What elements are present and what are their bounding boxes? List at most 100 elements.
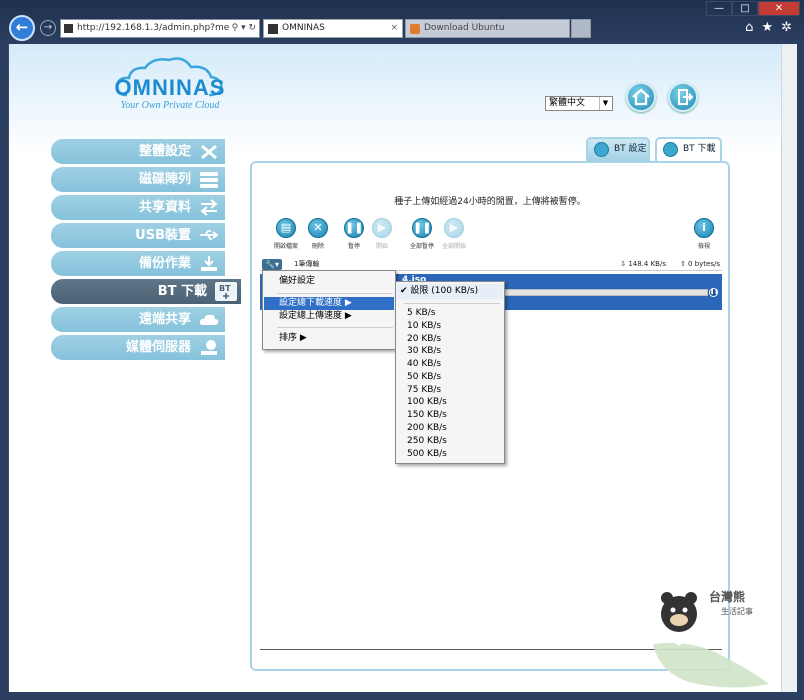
address-controls[interactable]: ⚲ ▾ ↻	[228, 20, 256, 37]
row-pause-button[interactable]: ❚❚	[709, 288, 718, 297]
speed-option[interactable]: 500 KB/s	[397, 448, 503, 460]
bt-download-icon	[663, 142, 678, 157]
language-value: 繁體中文	[549, 98, 586, 108]
minimize-button[interactable]: —	[706, 1, 732, 16]
browser-toolbar-icons: ⌂ ★ ✲	[745, 20, 792, 35]
sidebar-item-bt-download[interactable]: BT 下載 BT	[51, 279, 241, 304]
download-speed-submenu: ✔ 設限 (100 KB/s) 5 KB/s 10 KB/s 20 KB/s 3…	[395, 281, 505, 464]
tab-label: BT 下載	[683, 144, 716, 154]
progress-bar	[500, 289, 708, 296]
home-button[interactable]	[626, 82, 656, 112]
forward-button[interactable]: →	[40, 20, 56, 36]
tab-omninas[interactable]: OMNINAS ×	[263, 19, 403, 38]
tab-label: Download Ubuntu	[424, 23, 505, 33]
speed-option[interactable]: 200 KB/s	[397, 422, 503, 434]
start-button[interactable]: ▶ 開始	[362, 218, 402, 250]
tab-label: OMNINAS	[282, 23, 325, 33]
menu-item-set-total-download-speed[interactable]: 設定總下載速度 ▶	[264, 297, 394, 310]
play-icon: ▶	[372, 218, 392, 238]
delete-icon: ✕	[308, 218, 328, 238]
logo-tagline: Your Own Private Cloud	[120, 100, 220, 111]
language-select[interactable]: 繁體中文 ▼	[545, 96, 613, 111]
speed-option[interactable]: 150 KB/s	[397, 409, 503, 421]
button-label: 全部開始	[441, 243, 466, 250]
address-text: http://192.168.1.3/admin.php?mer	[77, 23, 233, 33]
tab-label: BT 設定	[614, 144, 647, 154]
wrench-menu-button[interactable]: 🔧▾	[262, 259, 282, 270]
upload-speed: ⇧ 0 bytes/s	[679, 260, 720, 268]
sidebar-item-disk-array[interactable]: 磁碟陣列	[51, 167, 225, 192]
watermark-subtitle: 生活記事	[721, 607, 753, 616]
speed-option-limit[interactable]: ✔ 設限 (100 KB/s)	[397, 284, 503, 299]
speed-option[interactable]: 75 KB/s	[397, 384, 503, 396]
usb-icon	[200, 230, 219, 240]
speed-option[interactable]: 20 KB/s	[397, 333, 503, 345]
new-tab-button[interactable]	[571, 19, 591, 38]
watermark-title: 台灣熊	[709, 590, 746, 604]
speed-option[interactable]: 10 KB/s	[397, 320, 503, 332]
folder-icon: ▤	[276, 218, 296, 238]
home-icon[interactable]: ⌂	[745, 20, 753, 35]
sidebar-item-label: 共享資料	[138, 200, 191, 215]
tab-close-button[interactable]: ×	[390, 20, 398, 37]
button-label: 檢視	[697, 243, 710, 250]
address-bar[interactable]: http://192.168.1.3/admin.php?mer ⚲ ▾ ↻	[60, 19, 260, 38]
button-label: 刪除	[311, 243, 324, 250]
pause-all-icon: ❚❚	[412, 218, 432, 238]
back-button[interactable]: ←	[9, 15, 35, 41]
house-icon	[632, 88, 650, 106]
window-frame-left	[0, 44, 8, 692]
speed-option[interactable]: 30 KB/s	[397, 345, 503, 357]
idle-notice: 種子上傳如經過24小時的閒置，上傳將被暫停。	[394, 197, 586, 207]
menu-separator	[277, 293, 393, 294]
backup-download-icon	[201, 256, 217, 271]
tab-download-ubuntu[interactable]: Download Ubuntu	[405, 19, 570, 38]
sidebar-item-label: BT 下載	[157, 284, 207, 299]
cloud-share-icon	[199, 314, 219, 325]
logout-icon	[678, 89, 694, 105]
omninas-logo: OMNINAS Your Own Private Cloud	[105, 57, 235, 117]
maximize-button[interactable]: □	[732, 1, 758, 16]
menu-separator	[277, 327, 393, 328]
sidebar-item-label: USB裝置	[135, 228, 191, 243]
close-window-button[interactable]: ✕	[758, 1, 800, 16]
svg-text:BT: BT	[219, 284, 231, 293]
omninas-favicon-icon	[268, 24, 278, 34]
tab-bt-download[interactable]: BT 下載	[655, 137, 722, 164]
settings-gear-icon[interactable]: ✲	[781, 20, 792, 35]
info-icon: i	[694, 218, 714, 238]
menu-item-set-total-upload-speed[interactable]: 設定總上傳速度 ▶	[264, 310, 394, 323]
site-favicon-icon	[64, 24, 73, 33]
transfer-count: 1筆傳輸	[294, 260, 320, 268]
sidebar-item-label: 媒體伺服器	[125, 340, 191, 355]
speed-option[interactable]: 250 KB/s	[397, 435, 503, 447]
menu-separator	[404, 303, 500, 304]
favorites-star-icon[interactable]: ★	[761, 20, 773, 35]
speed-option[interactable]: 40 KB/s	[397, 358, 503, 370]
sidebar-item-label: 整體設定	[138, 144, 191, 159]
sidebar-item-label: 備份作業	[138, 256, 191, 271]
sidebar-item-usb-device[interactable]: USB裝置	[51, 223, 225, 248]
sidebar-item-remote-share[interactable]: 遠端共享	[51, 307, 225, 332]
sidebar-item-shared-data[interactable]: 共享資料	[51, 195, 225, 220]
speed-option[interactable]: 100 KB/s	[397, 396, 503, 408]
ubuntu-favicon-icon	[410, 24, 420, 34]
speed-option[interactable]: 5 KB/s	[397, 307, 503, 319]
logout-button[interactable]	[668, 82, 698, 112]
wrench-context-menu: 偏好設定 設定總下載速度 ▶ 設定總上傳速度 ▶ 排序 ▶	[262, 270, 396, 350]
menu-item-sort[interactable]: 排序 ▶	[264, 332, 394, 345]
menu-item-preferences[interactable]: 偏好設定	[264, 275, 394, 288]
window-controls: — □ ✕	[706, 1, 800, 16]
sidebar-item-system-settings[interactable]: 整體設定	[51, 139, 225, 164]
tab-bt-settings[interactable]: BT 設定	[586, 137, 650, 162]
delete-button[interactable]: ✕ 刪除	[298, 218, 338, 250]
speed-option[interactable]: 50 KB/s	[397, 371, 503, 383]
bt-toolbar: ▤ 開啟檔案 ✕ 刪除 ❚❚ 暫停 ▶ 開始 ❚❚ 全部暫停 ▶ 全部開始 i …	[266, 218, 716, 258]
bt-badge-icon: BT	[215, 282, 237, 301]
sidebar-item-backup[interactable]: 備份作業	[51, 251, 225, 276]
sidebar-item-media-server[interactable]: 媒體伺服器	[51, 335, 225, 360]
view-button[interactable]: i 檢視	[684, 218, 724, 250]
page-scrollbar[interactable]	[781, 44, 797, 692]
tools-icon	[201, 144, 217, 160]
start-all-button[interactable]: ▶ 全部開始	[434, 218, 474, 250]
